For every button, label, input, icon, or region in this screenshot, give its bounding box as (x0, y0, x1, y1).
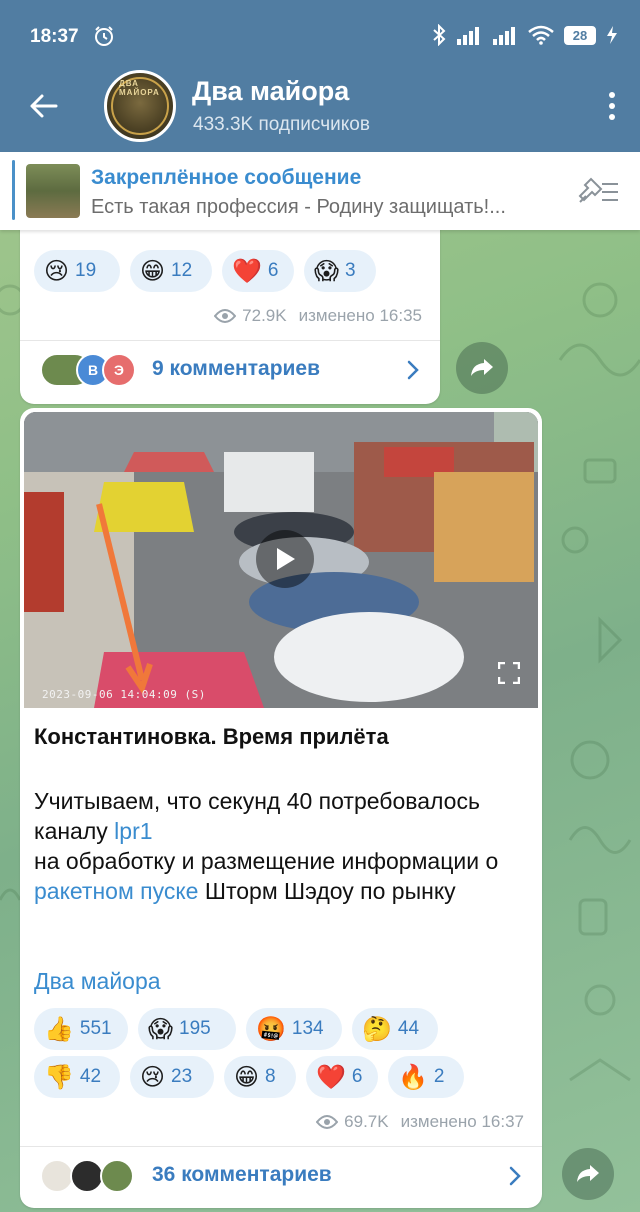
reaction-chip[interactable]: 😱 195 (138, 1008, 236, 1050)
reaction-chip[interactable]: 😁 12 (130, 250, 212, 292)
commenter-avatar (100, 1159, 134, 1193)
hashtag-link[interactable]: ракетном пуске (34, 878, 198, 904)
reaction-emoji: 😱 (314, 257, 340, 285)
reaction-count: 42 (79, 1066, 102, 1087)
reaction-count: 19 (75, 260, 97, 281)
pinned-thumbnail (26, 164, 80, 218)
more-vert-icon[interactable] (606, 90, 618, 122)
bluetooth-icon (433, 24, 446, 46)
channel-title[interactable]: Два майора (192, 76, 349, 107)
reaction-emoji: 😁 (234, 1063, 260, 1091)
reaction-chip[interactable]: 👍 551 (34, 1008, 128, 1050)
chevron-right-icon (509, 1166, 521, 1186)
comments-count: 9 комментариев (152, 357, 321, 380)
pinned-message-bar[interactable]: Закреплённое сообщение Есть такая профес… (0, 152, 640, 230)
reaction-count: 2 (433, 1066, 445, 1087)
chevron-right-icon (407, 360, 419, 380)
comments-row[interactable]: 36 комментариев (20, 1146, 542, 1204)
subscriber-count: 433.3K подписчиков (193, 114, 370, 135)
wifi-icon (528, 25, 554, 45)
play-button[interactable] (256, 530, 314, 588)
reaction-chip[interactable]: 👎 42 (34, 1056, 120, 1098)
reaction-chip[interactable]: ❤️ 6 (222, 250, 294, 292)
views-eye-icon (316, 1115, 339, 1129)
comments-row[interactable]: В Э 9 комментариев (20, 340, 440, 398)
play-icon (277, 548, 295, 570)
post-title: Константиновка. Время прилёта (34, 724, 389, 749)
fullscreen-icon[interactable] (498, 662, 520, 684)
channel-header: ДВА МАЙОРА Два майора 433.3K подписчиков (0, 60, 640, 152)
avatar-lettering: ДВА МАЙОРА (119, 79, 160, 97)
video-timestamp: 2023-09-06 14:04:09 (S) (42, 688, 206, 701)
reaction-count: 195 (179, 1018, 211, 1039)
views-count: 69.7K (344, 1112, 389, 1131)
commenter-avatar (70, 1159, 104, 1193)
reaction-emoji: 👍 (44, 1015, 74, 1043)
commenter-avatar: Э (102, 353, 136, 387)
reaction-emoji: 👎 (44, 1063, 74, 1091)
reaction-emoji: 😁 (140, 257, 166, 285)
reaction-chip[interactable]: 🤬 134 (246, 1008, 342, 1050)
status-icons: 28 (432, 24, 618, 46)
reaction-emoji: 🤔 (362, 1015, 392, 1043)
channel-link[interactable]: lpr1 (114, 818, 152, 844)
post-body: Учитываем, что секунд 40 потребовалось к… (34, 786, 524, 906)
reaction-count: 6 (351, 1066, 363, 1087)
signal-icon-2 (493, 27, 515, 45)
signal-icon (457, 27, 479, 45)
message-meta: 72.9K изменено 16:35 (214, 306, 422, 326)
reaction-count: 8 (265, 1066, 276, 1087)
post-text: на обработку и размещение информации о (34, 848, 499, 874)
post-text: Шторм Шэдоу по рынку (198, 878, 456, 904)
views-count: 72.9K (242, 306, 287, 325)
author-signature[interactable]: Два майора (34, 968, 161, 995)
reaction-count: 3 (345, 260, 356, 281)
message-meta: 69.7K изменено 16:37 (316, 1112, 524, 1132)
charging-icon (607, 26, 617, 44)
views-eye-icon (214, 309, 237, 323)
post-text: Учитываем, что секунд 40 потребовалось к… (34, 788, 480, 844)
reaction-chip[interactable]: ❤️ 6 (306, 1056, 378, 1098)
reaction-count: 44 (397, 1018, 420, 1039)
status-time: 18:37 (30, 26, 79, 47)
reaction-emoji: 🤬 (256, 1015, 286, 1043)
reaction-emoji: 😢 (140, 1063, 166, 1091)
share-button[interactable] (456, 342, 508, 394)
pin-list-icon[interactable] (576, 176, 620, 206)
alarm-icon (95, 26, 113, 46)
pinned-indicator (12, 160, 15, 220)
reaction-count: 134 (291, 1018, 324, 1039)
reaction-count: 6 (267, 260, 279, 281)
reaction-chip[interactable]: 🔥 2 (388, 1056, 464, 1098)
commenter-avatar (40, 1159, 74, 1193)
reaction-count: 23 (171, 1066, 193, 1087)
pinned-title: Закреплённое сообщение (91, 166, 362, 189)
share-button[interactable] (562, 1148, 614, 1200)
reaction-emoji: 🔥 (398, 1063, 428, 1091)
edited-label: изменено 16:35 (298, 306, 422, 325)
reaction-count: 551 (79, 1018, 112, 1039)
reaction-emoji: ❤️ (232, 257, 262, 285)
reaction-emoji: 😢 (44, 257, 70, 285)
comments-count: 36 комментариев (152, 1163, 332, 1186)
reaction-chip[interactable]: 🤔 44 (352, 1008, 438, 1050)
channel-avatar[interactable]: ДВА МАЙОРА (104, 70, 176, 142)
message-bubble: 2023-09-06 14:04:09 (S) Константиновка. … (20, 408, 542, 1208)
share-arrow-icon (471, 359, 493, 376)
reaction-chip[interactable]: 😁 8 (224, 1056, 296, 1098)
pinned-text: Есть такая профессия - Родину защищать!.… (91, 196, 506, 218)
battery-indicator: 28 (564, 25, 596, 45)
video-preview[interactable]: 2023-09-06 14:04:09 (S) (24, 412, 538, 708)
reaction-count: 12 (171, 260, 193, 281)
share-arrow-icon (577, 1165, 599, 1182)
back-arrow-icon[interactable] (26, 88, 62, 124)
reaction-chip[interactable]: 😱 3 (304, 250, 376, 292)
reaction-chip[interactable]: 😢 19 (34, 250, 120, 292)
reaction-emoji: 😱 (148, 1015, 174, 1043)
reaction-chip[interactable]: 😢 23 (130, 1056, 214, 1098)
edited-label: изменено 16:37 (400, 1112, 524, 1131)
reaction-emoji: ❤️ (316, 1063, 346, 1091)
